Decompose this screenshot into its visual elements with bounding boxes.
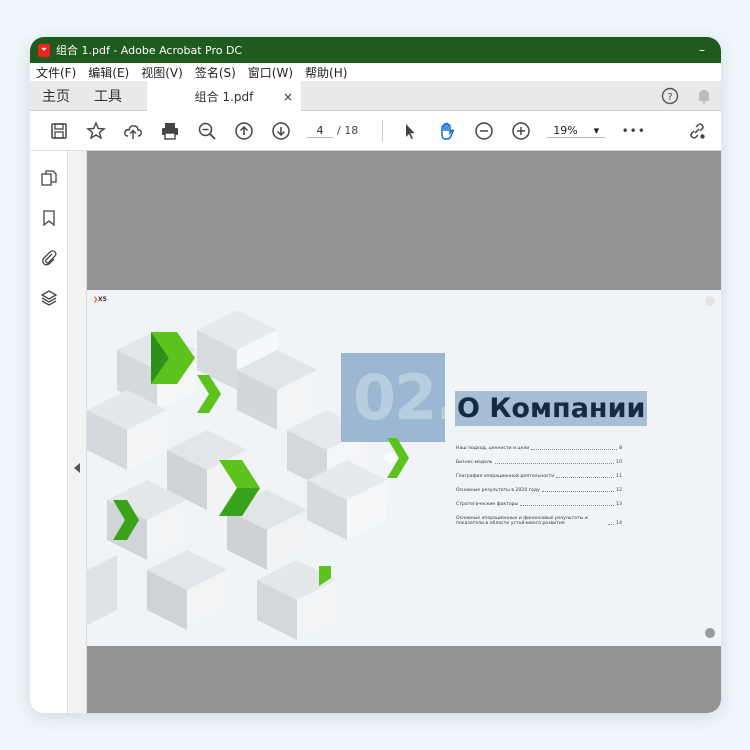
tab-home[interactable]: 主页 bbox=[30, 81, 82, 111]
zoom-out-search-icon bbox=[198, 122, 216, 140]
collapse-arrow-icon[interactable] bbox=[74, 463, 80, 473]
attachment-icon bbox=[41, 250, 57, 266]
select-tool-button[interactable] bbox=[391, 115, 428, 147]
select-cursor-icon bbox=[405, 123, 415, 139]
toolbar: 4 / 18 19% ▾ ••• bbox=[30, 111, 721, 151]
bookmarks-panel-button[interactable] bbox=[30, 209, 67, 249]
chapter-number-box: 02. bbox=[341, 353, 445, 442]
zoom-in-button[interactable] bbox=[502, 115, 539, 147]
menu-edit[interactable]: 编辑(E) bbox=[88, 64, 129, 81]
main-area: ❯X5 02 О Компании Наш подход, ценности и… bbox=[30, 151, 721, 713]
minimize-button[interactable]: – bbox=[699, 43, 705, 57]
zoom-plus-icon bbox=[511, 121, 530, 140]
tab-close-button[interactable]: × bbox=[283, 90, 293, 104]
panel-collapse-strip[interactable] bbox=[68, 151, 87, 713]
green-chevron-icon bbox=[383, 438, 409, 478]
table-of-contents: Наш подход, ценности и цели 8 Бизнес-моде… bbox=[456, 446, 622, 535]
tab-document-label: 组合 1.pdf bbox=[194, 90, 254, 104]
next-page-icon bbox=[271, 121, 290, 140]
print-icon bbox=[161, 122, 178, 140]
toc-item[interactable]: Бизнес-модель 10 bbox=[456, 460, 622, 465]
page-marker-bottom bbox=[705, 628, 715, 638]
tab-bar: 主页 工具 组合 1.pdf × ? bbox=[30, 81, 721, 112]
cloud-upload-icon bbox=[123, 124, 142, 139]
menu-sign[interactable]: 签名(S) bbox=[195, 64, 236, 81]
acrobat-pdf-icon: ⏷ bbox=[38, 43, 50, 57]
svg-text:?: ? bbox=[667, 92, 672, 103]
section-heading[interactable]: О Компании bbox=[455, 391, 648, 426]
left-navigation-rail bbox=[30, 151, 68, 713]
toc-item[interactable]: Стратегические факторы 13 bbox=[456, 502, 622, 507]
menu-file[interactable]: 文件(F) bbox=[36, 64, 76, 81]
zoom-search-button[interactable] bbox=[188, 115, 225, 147]
help-icon[interactable]: ? bbox=[661, 87, 679, 105]
hand-tool-icon bbox=[441, 122, 454, 140]
zoom-select[interactable]: 19% ▾ bbox=[547, 123, 606, 138]
pages-panel-button[interactable] bbox=[30, 169, 67, 209]
more-tools-button[interactable]: ••• bbox=[615, 115, 652, 147]
share-link-icon bbox=[689, 122, 705, 139]
share-link-button[interactable] bbox=[678, 115, 715, 147]
x5-logo: ❯X5 bbox=[93, 296, 107, 303]
save-icon bbox=[50, 122, 67, 139]
window-title: 组合 1.pdf - Adobe Acrobat Pro DC bbox=[56, 44, 243, 57]
page-marker-top bbox=[705, 296, 715, 306]
pdf-page: ❯X5 02 О Компании Наш подход, ценности и… bbox=[87, 290, 721, 646]
attachments-panel-button[interactable] bbox=[30, 249, 67, 289]
toolbar-divider bbox=[382, 119, 384, 142]
zoom-out-button[interactable] bbox=[465, 115, 502, 147]
menu-bar: 文件(F) 编辑(E) 视图(V) 签名(S) 窗口(W) 帮助(H) bbox=[30, 63, 721, 81]
tab-document[interactable]: 组合 1.pdf × bbox=[147, 81, 301, 112]
toc-item[interactable]: Основные результаты в 2020 году 12 bbox=[456, 488, 622, 493]
notification-bell-icon[interactable] bbox=[695, 87, 713, 105]
page-total-label: / 18 bbox=[337, 124, 359, 137]
bookmark-star-button[interactable] bbox=[77, 115, 114, 147]
print-button[interactable] bbox=[151, 115, 188, 147]
zoom-minus-icon bbox=[474, 121, 493, 140]
menu-view[interactable]: 视图(V) bbox=[141, 64, 183, 81]
document-viewport[interactable]: ❯X5 02 О Компании Наш подход, ценности и… bbox=[87, 151, 721, 713]
zoom-value: 19% bbox=[553, 123, 578, 137]
tab-tools[interactable]: 工具 bbox=[82, 81, 134, 111]
layers-panel-button[interactable] bbox=[30, 289, 67, 329]
toc-item[interactable]: Основные операционные и финансовые резул… bbox=[456, 516, 622, 526]
acrobat-window: ⏷ 组合 1.pdf - Adobe Acrobat Pro DC – 文件(F… bbox=[30, 37, 721, 713]
more-icon: ••• bbox=[621, 123, 646, 138]
toc-item[interactable]: Наш подход, ценности и цели 8 bbox=[456, 446, 622, 451]
next-page-button[interactable] bbox=[262, 115, 299, 147]
menu-window[interactable]: 窗口(W) bbox=[248, 64, 293, 81]
prev-page-icon bbox=[234, 121, 253, 140]
bookmark-icon bbox=[42, 210, 55, 227]
toc-item[interactable]: География операционной деятельности 11 bbox=[456, 474, 622, 479]
menu-help[interactable]: 帮助(H) bbox=[305, 64, 347, 81]
upload-button[interactable] bbox=[114, 115, 151, 147]
pages-icon bbox=[40, 170, 57, 186]
title-bar: ⏷ 组合 1.pdf - Adobe Acrobat Pro DC – bbox=[30, 37, 721, 63]
chevron-down-icon: ▾ bbox=[593, 123, 600, 137]
page-number-input[interactable]: 4 bbox=[307, 124, 333, 138]
prev-page-button[interactable] bbox=[225, 115, 262, 147]
save-button[interactable] bbox=[40, 115, 77, 147]
hand-tool-button[interactable] bbox=[428, 115, 465, 147]
layers-icon bbox=[40, 290, 57, 306]
star-icon bbox=[85, 120, 106, 139]
